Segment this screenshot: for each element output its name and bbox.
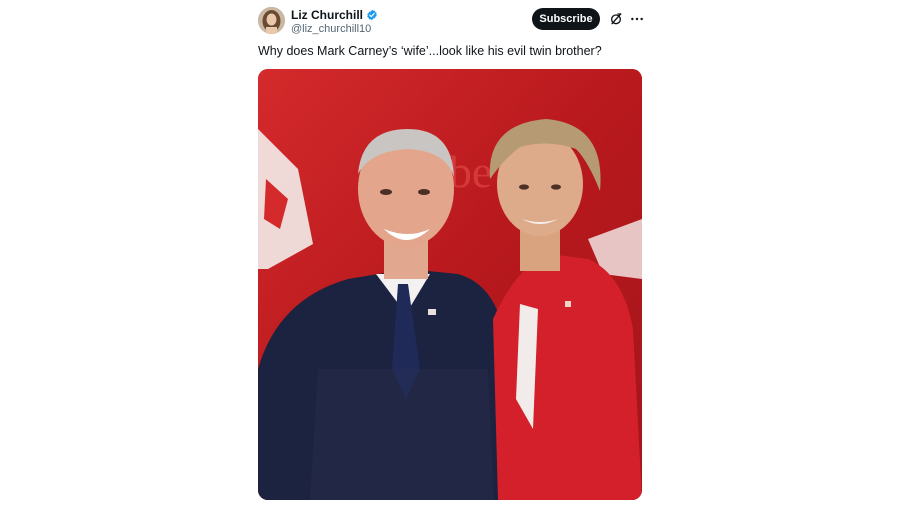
avatar[interactable] (258, 7, 285, 34)
tweet-text: Why does Mark Carney’s ‘wife’...look lik… (258, 44, 602, 58)
podium (310, 369, 494, 500)
grok-icon[interactable] (608, 11, 624, 27)
more-horizontal-icon[interactable] (629, 11, 645, 27)
right-figure-jacket (493, 254, 642, 500)
tweet-media-photo[interactable]: Libe (258, 69, 642, 500)
verified-badge-icon[interactable] (366, 9, 378, 21)
lapel-pin-right (565, 301, 571, 307)
tweet-header: Liz Churchill @liz_churchill10 Subscribe (258, 7, 650, 37)
author-names: Liz Churchill @liz_churchill10 (291, 7, 378, 35)
photo-illustration: Libe (258, 69, 642, 500)
display-name-row: Liz Churchill (291, 7, 378, 22)
subscribe-button[interactable]: Subscribe (532, 8, 600, 30)
display-name[interactable]: Liz Churchill (291, 8, 363, 22)
tweet-card: Liz Churchill @liz_churchill10 Subscribe… (250, 0, 650, 506)
avatar-image (258, 7, 285, 34)
author-handle[interactable]: @liz_churchill10 (291, 23, 378, 35)
lapel-pin-left (428, 309, 436, 315)
